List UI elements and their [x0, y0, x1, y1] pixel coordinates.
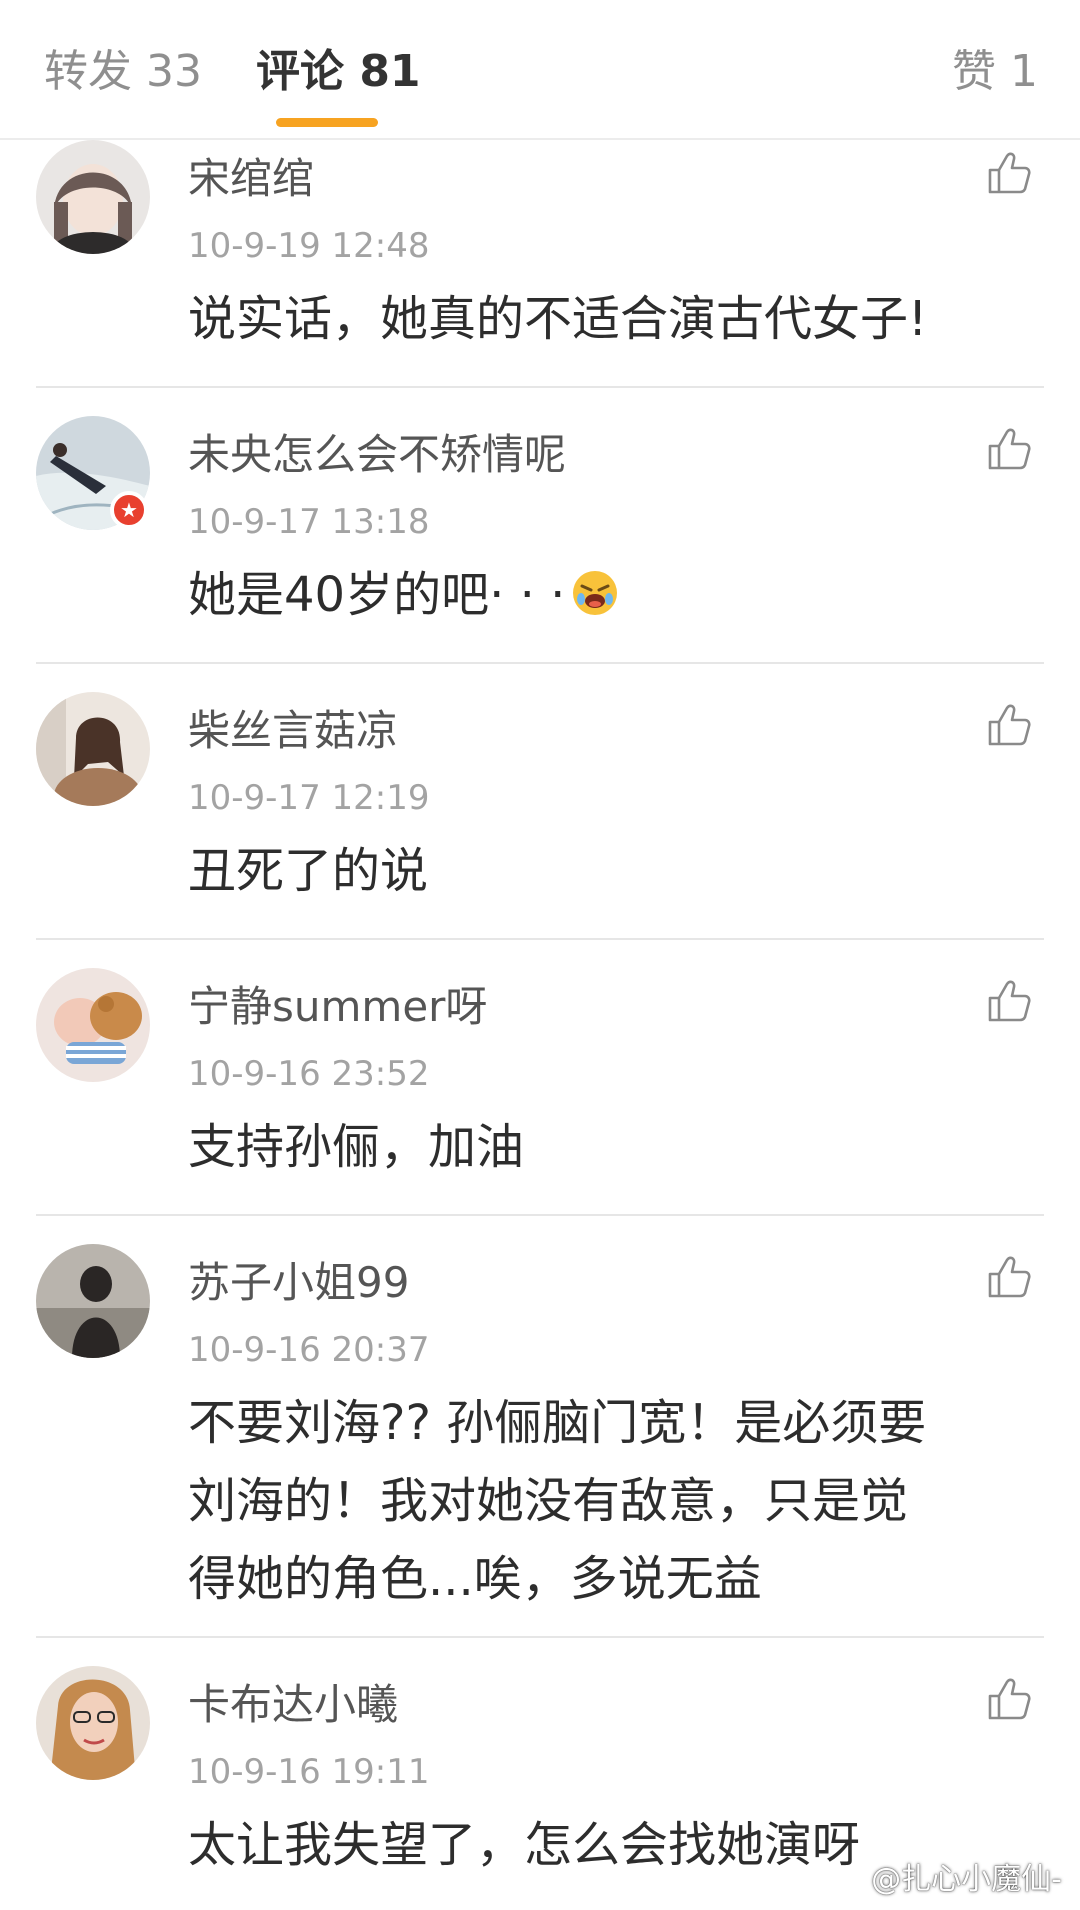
comment-username[interactable]: 柴丝言菇凉: [188, 704, 398, 758]
comment-item: ★ 未央怎么会不矫情呢 10-9-17 13:18 她是40岁的吧· · ·: [0, 416, 1080, 664]
thumbs-up-icon[interactable]: [984, 1674, 1034, 1724]
comment-username[interactable]: 未央怎么会不矫情呢: [188, 428, 566, 482]
comment-timestamp: 10-9-16 20:37: [188, 1330, 430, 1370]
comment-line: 她是40岁的吧· · ·: [188, 567, 566, 623]
watermark: @扎心小魔仙-: [831, 1860, 1062, 1900]
thumbs-up-icon[interactable]: [984, 1252, 1034, 1302]
thumbs-up-icon[interactable]: [984, 148, 1034, 198]
comment-divider: [36, 1636, 1044, 1638]
active-tab-indicator: [276, 118, 378, 127]
comment-timestamp: 10-9-17 13:18: [188, 502, 430, 542]
comment-username[interactable]: 宋绾绾: [188, 152, 314, 206]
comment-timestamp: 10-9-16 19:11: [188, 1752, 430, 1792]
comment-divider: [36, 386, 1044, 388]
watermark-text: @扎心小魔仙-: [871, 1862, 1062, 1897]
avatar[interactable]: [36, 1244, 150, 1358]
comment-line: 支持孙俪，加油: [188, 1119, 525, 1175]
weibo-logo-icon: [832, 1867, 863, 1893]
crying-face-emoji-icon: [573, 571, 618, 615]
comment-text: 支持孙俪，加油: [188, 1108, 1048, 1186]
verified-badge-icon: ★: [110, 491, 148, 529]
thumbs-up-icon[interactable]: [984, 976, 1034, 1026]
comment-item: 柴丝言菇凉 10-9-17 12:19 丑死了的说: [0, 692, 1080, 940]
comment-text: 说实话，她真的不适合演古代女子!: [188, 280, 1048, 358]
comment-text: 丑死了的说: [188, 832, 1048, 910]
comment-username[interactable]: 苏子小姐99: [188, 1256, 409, 1310]
comment-text: 不要刘海?? 孙俪脑门宽！是必须要 刘海的！我对她没有敌意，只是觉 得她的角色.…: [188, 1384, 1048, 1618]
tab-bar: 转发 33 评论 81 赞 1: [0, 0, 1080, 140]
comment-divider: [36, 662, 1044, 664]
comment-item: 宁静summer呀 10-9-16 23:52 支持孙俪，加油: [0, 968, 1080, 1216]
comment-divider: [36, 1214, 1044, 1216]
comment-item: 宋绾绾 10-9-19 12:48 说实话，她真的不适合演古代女子!: [0, 140, 1080, 388]
comment-line: 不要刘海?? 孙俪脑门宽！是必须要: [188, 1395, 927, 1451]
avatar[interactable]: [36, 140, 150, 254]
comment-username[interactable]: 卡布达小曦: [188, 1678, 398, 1732]
thumbs-up-icon[interactable]: [984, 700, 1034, 750]
tab-likes[interactable]: 赞 1: [952, 44, 1038, 100]
comment-text: 她是40岁的吧· · ·: [188, 556, 1048, 634]
tab-comments[interactable]: 评论 81: [256, 44, 421, 100]
avatar[interactable]: [36, 968, 150, 1082]
tab-repost[interactable]: 转发 33: [44, 44, 202, 100]
comment-line: 丑死了的说: [188, 843, 429, 899]
avatar[interactable]: [36, 1666, 150, 1780]
comment-timestamp: 10-9-17 12:19: [188, 778, 430, 818]
comment-line: 得她的角色...唉，多说无益: [188, 1551, 762, 1607]
comment-divider: [36, 938, 1044, 940]
comment-item: 苏子小姐99 10-9-16 20:37 不要刘海?? 孙俪脑门宽！是必须要 刘…: [0, 1244, 1080, 1638]
avatar[interactable]: [36, 692, 150, 806]
comment-line: 刘海的！我对她没有敌意，只是觉: [188, 1473, 909, 1529]
comment-timestamp: 10-9-16 23:52: [188, 1054, 430, 1094]
comment-timestamp: 10-9-19 12:48: [188, 226, 430, 266]
thumbs-up-icon[interactable]: [984, 424, 1034, 474]
comment-username[interactable]: 宁静summer呀: [188, 980, 487, 1034]
comment-line: 说实话，她真的不适合演古代女子!: [188, 291, 928, 347]
